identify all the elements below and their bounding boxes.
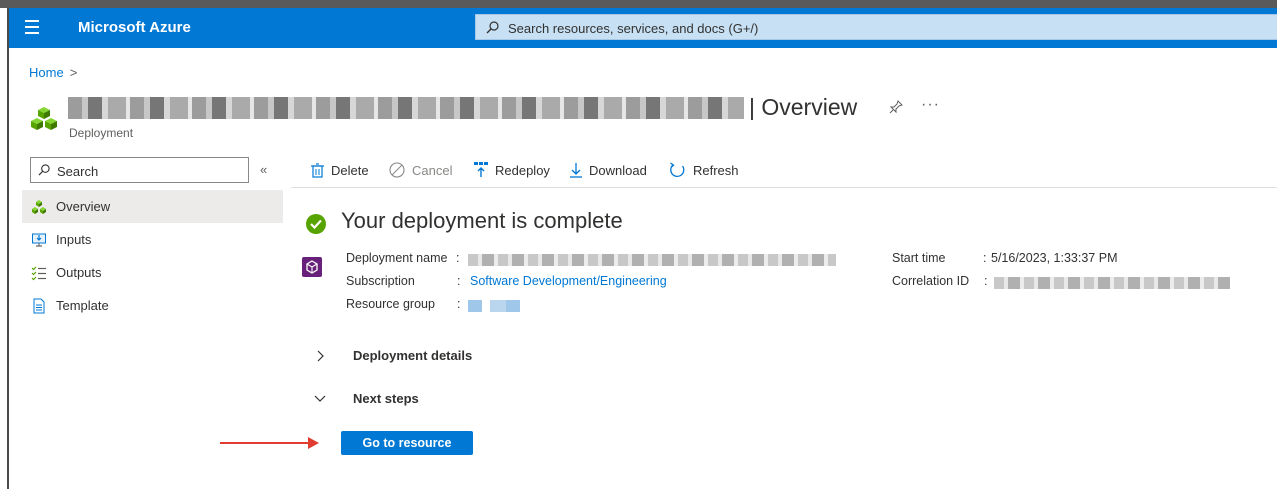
brand-title[interactable]: Microsoft Azure: [78, 19, 191, 36]
annotation-arrow: [220, 442, 310, 444]
cancel-icon: [389, 162, 405, 178]
trash-icon: [311, 162, 324, 178]
sidebar-item-label: Template: [56, 298, 109, 313]
page-subtitle: Deployment: [69, 126, 134, 140]
sidebar-search-box[interactable]: [30, 157, 249, 183]
delete-label: Delete: [331, 162, 369, 178]
chevron-down-icon: [314, 395, 326, 402]
sidebar-item-template[interactable]: Template: [22, 289, 283, 322]
resource-group-label: Resource group: [346, 297, 435, 311]
hamburger-menu-icon[interactable]: [25, 20, 39, 36]
deployment-status-heading: Your deployment is complete: [341, 208, 623, 233]
download-button[interactable]: Download: [570, 158, 647, 182]
outputs-list-icon: [31, 266, 46, 281]
deployment-name-label: Deployment name: [346, 251, 448, 265]
refresh-label: Refresh: [693, 162, 739, 178]
go-to-resource-button[interactable]: Go to resource: [341, 431, 473, 455]
subscription-link[interactable]: Software Development/Engineering: [470, 274, 667, 288]
collapse-sidebar-icon[interactable]: «: [260, 162, 267, 177]
field-separator: :: [457, 297, 461, 311]
download-label: Download: [589, 162, 647, 178]
redacted-deployment-title: [68, 97, 744, 119]
field-separator: :: [984, 274, 988, 288]
start-time-value: 5/16/2023, 1:33:37 PM: [991, 251, 1118, 265]
cancel-label: Cancel: [412, 162, 453, 178]
annotation-arrow-head: [308, 437, 319, 449]
more-options-icon[interactable]: ···: [921, 96, 940, 114]
success-check-icon: [306, 214, 326, 234]
deployment-cubes-icon: [31, 107, 57, 130]
redeploy-button[interactable]: Redeploy: [474, 158, 550, 182]
search-icon: [486, 21, 499, 34]
sidebar-item-label: Inputs: [56, 232, 92, 247]
start-time-label: Start time: [892, 251, 946, 265]
breadcrumb-home-link[interactable]: Home: [29, 65, 64, 80]
global-search-box[interactable]: [475, 14, 1277, 40]
cancel-button[interactable]: Cancel: [389, 158, 452, 182]
sidebar-item-label: Overview: [56, 199, 111, 214]
download-icon: [570, 163, 582, 178]
redeploy-icon: [474, 162, 488, 177]
refresh-button[interactable]: Refresh: [669, 158, 739, 182]
template-document-icon: [33, 298, 45, 314]
redacted-deployment-name: [468, 252, 836, 266]
deployment-package-icon: [302, 257, 322, 277]
sidebar-item-inputs[interactable]: Inputs: [22, 223, 283, 256]
window-frame-left: [7, 8, 9, 489]
subscription-label: Subscription: [346, 274, 415, 288]
pin-icon[interactable]: [889, 100, 903, 114]
command-bar-divider: [291, 187, 1277, 188]
sidebar-item-overview[interactable]: Overview: [22, 190, 283, 223]
resource-group-link[interactable]: [468, 298, 528, 312]
sidebar-search-input[interactable]: [55, 161, 244, 181]
redacted-correlation-id: [994, 275, 1230, 289]
top-bar: Microsoft Azure: [9, 8, 1277, 48]
next-steps-label: Next steps: [353, 391, 419, 406]
sidebar-item-label: Outputs: [56, 265, 102, 280]
breadcrumb-separator: >: [69, 65, 78, 80]
correlation-id-label: Correlation ID: [892, 274, 970, 288]
inputs-icon: [32, 233, 46, 247]
field-separator: :: [457, 274, 461, 288]
breadcrumb: Home >: [29, 65, 77, 80]
chevron-right-icon: [317, 350, 324, 362]
redeploy-label: Redeploy: [495, 162, 550, 178]
global-search-input[interactable]: [506, 18, 1270, 38]
field-separator: :: [456, 251, 460, 265]
window-frame-top: [0, 0, 1277, 8]
delete-button[interactable]: Delete: [311, 158, 369, 182]
page-title: | Overview: [749, 94, 858, 120]
deployment-cubes-icon: [32, 200, 46, 214]
refresh-icon: [670, 161, 685, 177]
sidebar-item-outputs[interactable]: Outputs: [22, 256, 283, 289]
field-separator: :: [983, 251, 987, 265]
search-icon: [38, 164, 50, 176]
deployment-details-label: Deployment details: [353, 348, 473, 363]
